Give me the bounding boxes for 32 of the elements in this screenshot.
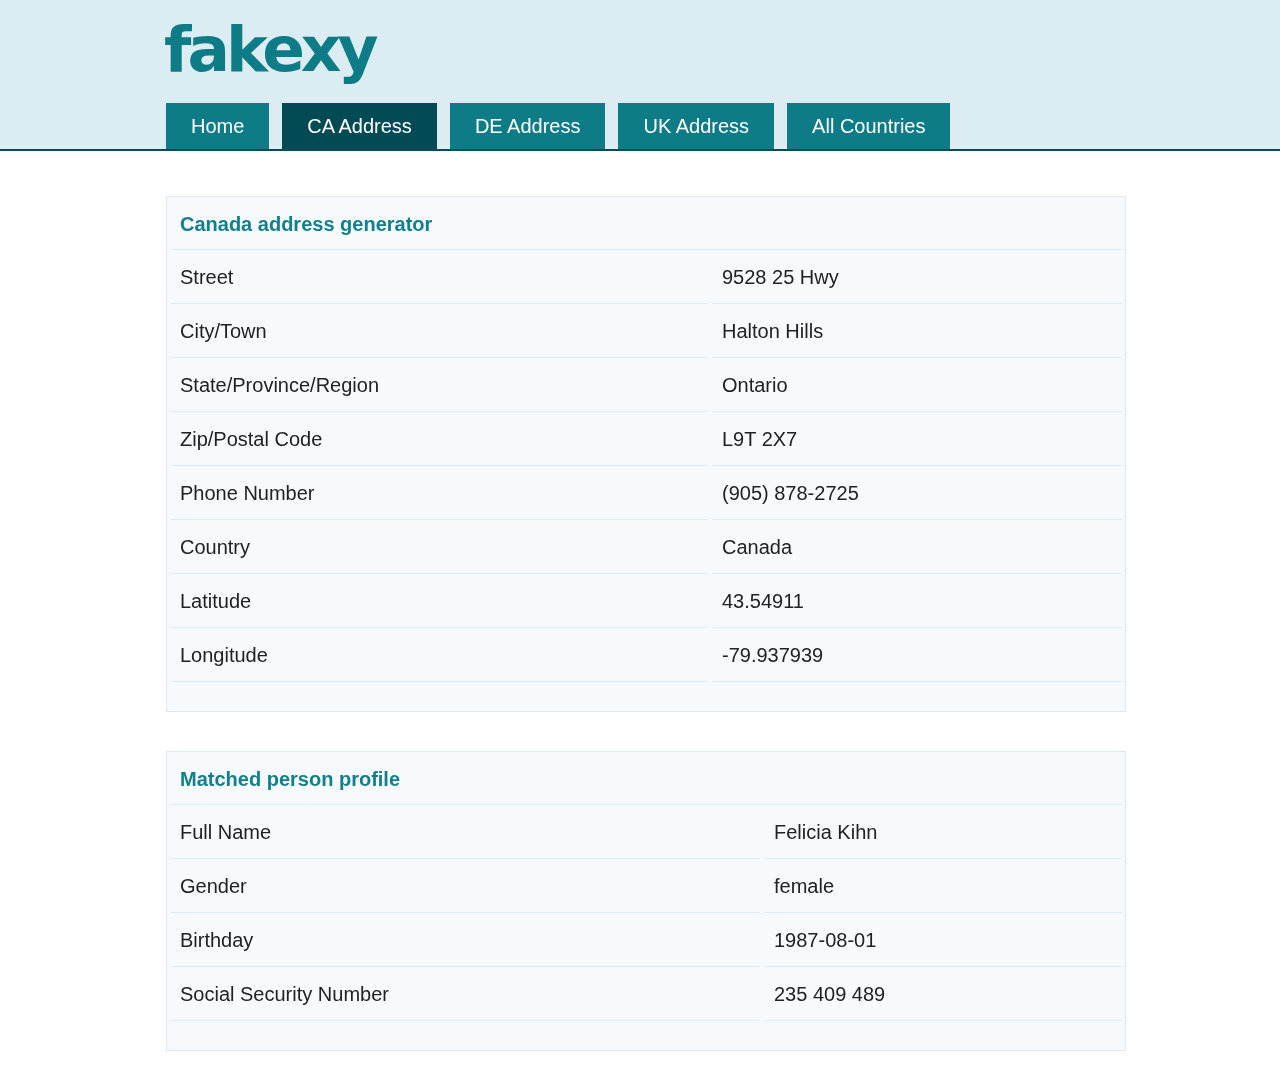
field-label: State/Province/Region bbox=[170, 358, 708, 412]
card-title: Matched person profile bbox=[170, 752, 1122, 805]
field-label: Phone Number bbox=[170, 466, 708, 520]
field-label: Latitude bbox=[170, 574, 708, 628]
field-value: Halton Hills bbox=[712, 304, 1122, 358]
field-value: 9528 25 Hwy bbox=[712, 250, 1122, 304]
field-value: Canada bbox=[712, 520, 1122, 574]
site-logo[interactable]: fakexy bbox=[164, 10, 375, 90]
card-title: Canada address generator bbox=[170, 197, 1122, 250]
field-label: City/Town bbox=[170, 304, 708, 358]
field-label: Longitude bbox=[170, 628, 708, 682]
field-label: Full Name bbox=[170, 805, 760, 859]
field-label: Birthday bbox=[170, 913, 760, 967]
field-label: Gender bbox=[170, 859, 760, 913]
nav-tab[interactable]: DE Address bbox=[449, 103, 606, 149]
field-label: Country bbox=[170, 520, 708, 574]
field-value: L9T 2X7 bbox=[712, 412, 1122, 466]
nav-tab[interactable]: All Countries bbox=[787, 103, 951, 149]
field-value: -79.937939 bbox=[712, 628, 1122, 682]
field-value: female bbox=[764, 859, 1122, 913]
nav-tab[interactable]: CA Address bbox=[282, 103, 437, 149]
field-value: 1987-08-01 bbox=[764, 913, 1122, 967]
nav-tab[interactable]: Home bbox=[166, 103, 270, 149]
field-value: 235 409 489 bbox=[764, 967, 1122, 1021]
field-label: Street bbox=[170, 250, 708, 304]
field-value: 43.54911 bbox=[712, 574, 1122, 628]
field-label: Zip/Postal Code bbox=[170, 412, 708, 466]
field-label: Social Security Number bbox=[170, 967, 760, 1021]
field-value: Felicia Kihn bbox=[764, 805, 1122, 859]
nav-tab[interactable]: UK Address bbox=[618, 103, 775, 149]
field-value: (905) 878-2725 bbox=[712, 466, 1122, 520]
field-value: Ontario bbox=[712, 358, 1122, 412]
